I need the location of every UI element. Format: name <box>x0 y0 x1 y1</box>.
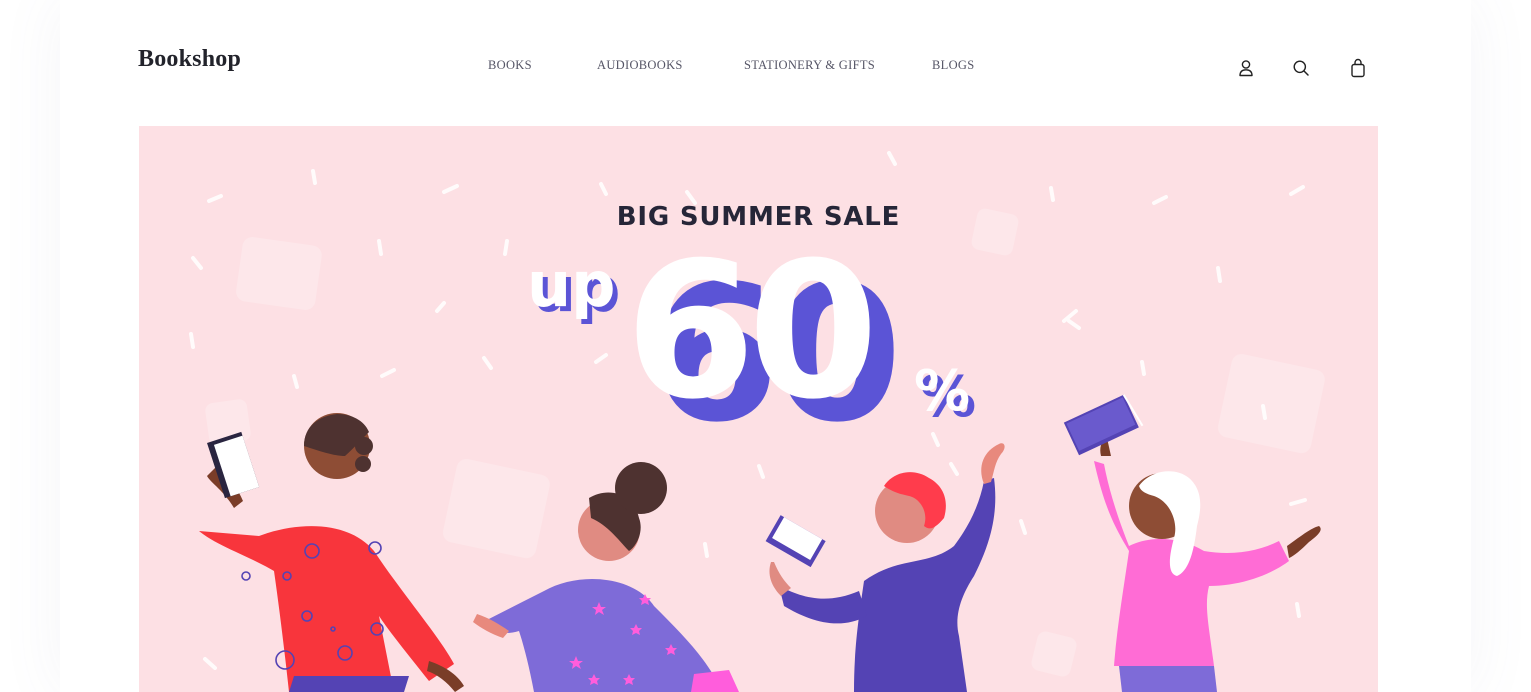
person-red-hair <box>765 443 1005 692</box>
shopping-bag-icon <box>1351 58 1365 78</box>
nav-item-stationery-gifts[interactable]: STATIONERY & GIFTS <box>744 58 875 73</box>
person-red-sweater <box>199 413 464 692</box>
hero-title: BIG SUMMER SALE <box>616 202 901 232</box>
hero-amount: 60 <box>625 222 871 441</box>
search-icon <box>1293 60 1309 76</box>
nav-item-blogs[interactable]: BLOGS <box>932 58 974 73</box>
site-header: Bookshop BOOKS AUDIOBOOKS STATIONERY & G… <box>0 0 1531 126</box>
nav-item-audiobooks[interactable]: AUDIOBOOKS <box>597 58 683 73</box>
search-button[interactable] <box>1290 57 1312 79</box>
hero-banner[interactable]: up up 60 60 % % BIG SUMMER SALE <box>139 126 1378 692</box>
user-icon <box>1239 60 1253 77</box>
cart-button[interactable] <box>1347 57 1369 79</box>
hero-prefix: up <box>527 248 616 321</box>
nav-item-books[interactable]: BOOKS <box>488 58 532 73</box>
brand-logo[interactable]: Bookshop <box>138 46 241 73</box>
hero-suffix: % <box>914 359 970 424</box>
account-button[interactable] <box>1235 57 1257 79</box>
